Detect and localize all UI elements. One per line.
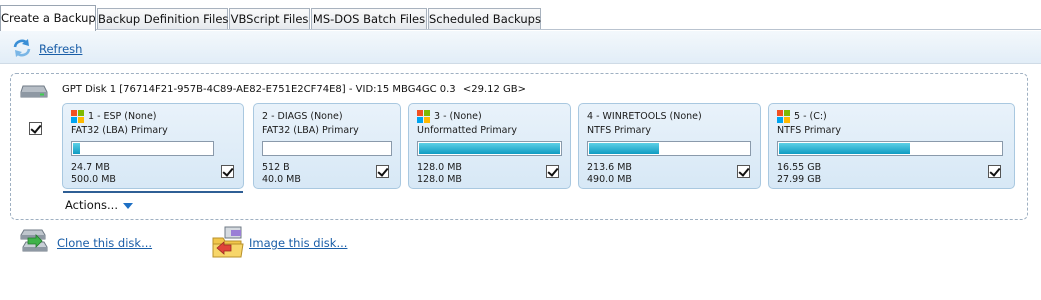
partition-used: 128.0 MB bbox=[417, 162, 462, 173]
partition-total: 27.99 GB bbox=[777, 174, 822, 185]
windows-flag-icon bbox=[417, 109, 430, 123]
partition-total: 128.0 MB bbox=[417, 174, 462, 185]
windows-flag-icon bbox=[71, 109, 84, 123]
partition-header: 2 - DIAGS (None) bbox=[262, 109, 343, 123]
partition-usage-bar bbox=[417, 141, 562, 156]
refresh-icon[interactable] bbox=[12, 38, 32, 58]
image-disk-link[interactable]: Image this disk... bbox=[249, 236, 347, 250]
partition-used: 24.7 MB bbox=[71, 162, 110, 173]
partition-total: 490.0 MB bbox=[587, 174, 632, 185]
tab-label: Scheduled Backups bbox=[429, 12, 541, 26]
partition-card-5[interactable]: 5 - (C:) NTFS Primary 16.55 GB 27.99 GB bbox=[768, 103, 1015, 189]
partition-usage-bar bbox=[777, 141, 1003, 156]
disk-size: <29.12 GB> bbox=[462, 84, 527, 95]
actions-dropdown[interactable]: Actions... bbox=[65, 198, 133, 212]
partition-label: 2 - DIAGS (None) bbox=[262, 110, 343, 122]
tab-vbscript-files[interactable]: VBScript Files bbox=[229, 8, 310, 29]
image-disk-icon[interactable] bbox=[211, 224, 247, 260]
partition-usage-bar bbox=[262, 141, 392, 156]
partition-card-3[interactable]: 3 - (None) Unformatted Primary 128.0 MB … bbox=[408, 103, 571, 189]
partition-checkbox[interactable] bbox=[546, 165, 559, 178]
tab-label: VBScript Files bbox=[230, 12, 309, 26]
partition-used: 16.55 GB bbox=[777, 162, 822, 173]
partition-used: 512 B bbox=[262, 162, 290, 173]
partition-checkbox[interactable] bbox=[376, 165, 389, 178]
partition-type: FAT32 (LBA) Primary bbox=[71, 125, 168, 136]
tab-backup-definition-files[interactable]: Backup Definition Files bbox=[97, 8, 228, 29]
usage-fill bbox=[73, 143, 80, 154]
tab-msdos-batch-files[interactable]: MS-DOS Batch Files bbox=[311, 8, 427, 29]
partition-type: Unformatted Primary bbox=[417, 125, 518, 136]
partition-label: 1 - ESP (None) bbox=[88, 110, 157, 122]
partition-total: 500.0 MB bbox=[71, 174, 116, 185]
clone-disk-link[interactable]: Clone this disk... bbox=[57, 236, 152, 250]
actions-label: Actions... bbox=[65, 198, 118, 212]
partition-usage-bar bbox=[71, 141, 214, 156]
refresh-link[interactable]: Refresh bbox=[39, 42, 82, 56]
toolbar: Refresh bbox=[0, 31, 1041, 64]
partition-card-2[interactable]: 2 - DIAGS (None) FAT32 (LBA) Primary 512… bbox=[253, 103, 401, 189]
partition-total: 40.0 MB bbox=[262, 174, 301, 185]
tab-scheduled-backups[interactable]: Scheduled Backups bbox=[428, 8, 541, 29]
tab-label: MS-DOS Batch Files bbox=[312, 12, 426, 26]
disk-checkbox[interactable] bbox=[29, 122, 42, 135]
disk-name: GPT Disk 1 [76714F21-957B-4C89-AE82-E751… bbox=[62, 84, 456, 95]
selection-underline bbox=[63, 191, 243, 193]
usage-fill bbox=[589, 143, 659, 154]
partition-checkbox[interactable] bbox=[737, 165, 750, 178]
tab-label: Backup Definition Files bbox=[98, 12, 229, 26]
partition-header: 1 - ESP (None) bbox=[71, 109, 157, 123]
disk-title: GPT Disk 1 [76714F21-957B-4C89-AE82-E751… bbox=[62, 84, 526, 95]
partition-checkbox[interactable] bbox=[221, 165, 234, 178]
partition-label: 4 - WINRETOOLS (None) bbox=[587, 110, 702, 122]
tab-label: Create a Backup bbox=[1, 11, 96, 25]
partition-type: FAT32 (LBA) Primary bbox=[262, 125, 359, 136]
usage-fill bbox=[419, 143, 560, 154]
partition-header: 5 - (C:) bbox=[777, 109, 827, 123]
partition-usage-bar bbox=[587, 141, 751, 156]
partition-card-4[interactable]: 4 - WINRETOOLS (None) NTFS Primary 213.6… bbox=[578, 103, 761, 189]
partition-label: 3 - (None) bbox=[434, 110, 482, 122]
partition-label: 5 - (C:) bbox=[794, 110, 827, 122]
partition-header: 3 - (None) bbox=[417, 109, 482, 123]
partition-checkbox[interactable] bbox=[988, 165, 1001, 178]
clone-disk-icon[interactable] bbox=[18, 226, 50, 258]
chevron-down-icon bbox=[122, 202, 133, 209]
windows-flag-icon bbox=[777, 109, 790, 123]
partition-type: NTFS Primary bbox=[777, 125, 841, 136]
usage-fill bbox=[779, 143, 910, 154]
partition-type: NTFS Primary bbox=[587, 125, 651, 136]
tab-strip: Create a Backup Backup Definition Files … bbox=[0, 0, 1041, 31]
partition-header: 4 - WINRETOOLS (None) bbox=[587, 109, 702, 123]
tab-create-backup[interactable]: Create a Backup bbox=[0, 5, 96, 31]
partition-card-1[interactable]: 1 - ESP (None) FAT32 (LBA) Primary 24.7 … bbox=[62, 103, 244, 189]
partition-used: 213.6 MB bbox=[587, 162, 632, 173]
hard-disk-icon bbox=[20, 85, 48, 98]
